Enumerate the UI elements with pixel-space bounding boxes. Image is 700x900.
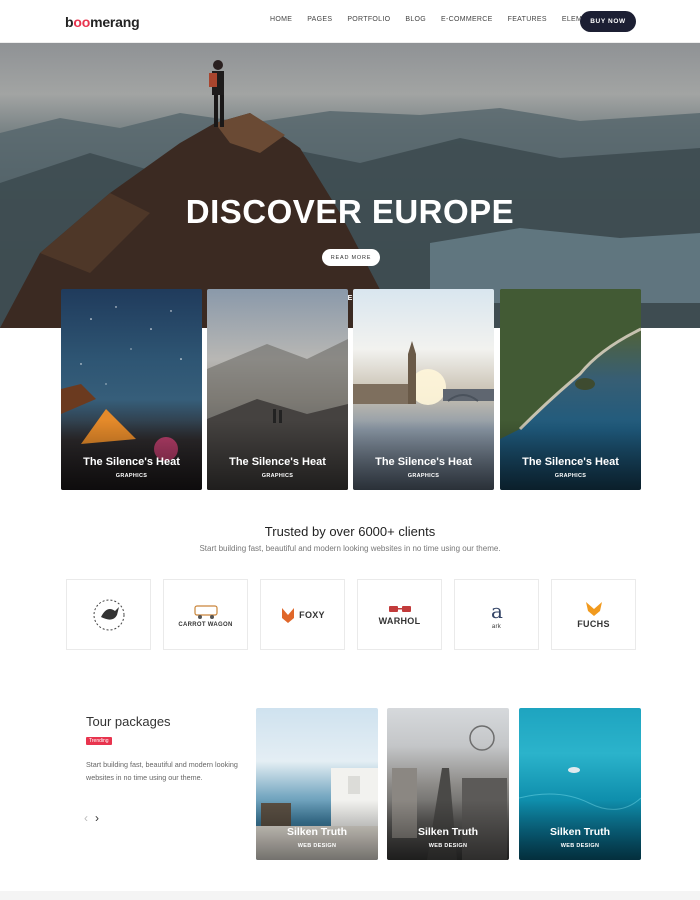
trip-card-overlay — [207, 420, 348, 490]
trusted-subheading: Start building fast, beautiful and moder… — [199, 544, 501, 553]
client-name: ark — [491, 623, 502, 630]
tour-packages-description: Start building fast, beautiful and moder… — [86, 760, 238, 782]
client-logo-fuchs[interactable]: FUCHS — [551, 579, 636, 650]
package-card-title: Silken Truth — [549, 826, 611, 838]
client-name: WARHOL — [378, 615, 421, 626]
package-card-category: WEB DESIGN — [428, 843, 468, 849]
nav-ecommerce[interactable]: E-COMMERCE — [441, 16, 493, 23]
trusted-heading: Trusted by over 6000+ clients — [264, 524, 436, 539]
trip-card[interactable]: The Silence's Heat GRAPHICS — [500, 289, 641, 490]
trip-card-title: The Silence's Heat — [522, 456, 619, 468]
client-logo-ark[interactable]: a ark — [454, 579, 539, 650]
package-card[interactable]: Silken Truth WEB DESIGN — [519, 708, 641, 860]
client-logo-carrot-wagon[interactable]: CARROT WAGON — [163, 579, 248, 650]
package-card-category: WEB DESIGN — [297, 843, 337, 849]
trip-card-overlay — [353, 420, 494, 490]
nav-pages[interactable]: PAGES — [307, 16, 332, 23]
hero-mountain-image — [0, 60, 700, 328]
trip-card-title: The Silence's Heat — [229, 456, 326, 468]
client-logo-foxy[interactable]: FOXY — [260, 579, 345, 650]
package-card[interactable]: Silken Truth WEB DESIGN — [387, 708, 509, 860]
trip-card-category: GRAPHICS — [261, 473, 294, 479]
trip-card-category: GRAPHICS — [554, 473, 587, 479]
wagon-icon — [193, 604, 218, 619]
trip-card[interactable]: The Silence's Heat GRAPHICS — [207, 289, 348, 490]
whale-icon — [93, 599, 124, 630]
chevron-left-icon[interactable]: ‹ — [84, 811, 88, 825]
nav-portfolio[interactable]: PORTFOLIO — [347, 16, 390, 23]
nav-home[interactable]: HOME — [270, 16, 292, 23]
nav-features[interactable]: FEATURES — [508, 16, 547, 23]
svg-text:a: a — [491, 600, 503, 622]
trending-badge: Trending — [86, 737, 112, 745]
trip-card-overlay — [61, 420, 202, 490]
client-name: CARROT WAGON — [178, 621, 233, 628]
trip-card[interactable]: The Silence's Heat GRAPHICS — [353, 289, 494, 490]
buy-now-button[interactable]: BUY NOW — [580, 11, 636, 32]
main-nav: HOME PAGES PORTFOLIO BLOG E-COMMERCE FEA… — [270, 16, 617, 23]
nav-blog[interactable]: BLOG — [405, 16, 426, 23]
fox-head-icon — [585, 601, 602, 616]
glasses-icon — [388, 605, 411, 612]
client-logo-oceansea[interactable] — [66, 579, 151, 650]
fox-icon — [282, 607, 295, 623]
footer-divider — [0, 891, 700, 900]
brand-logo[interactable]: boomerang — [65, 14, 140, 30]
client-name: FOXY — [299, 609, 325, 620]
package-card-category: WEB DESIGN — [560, 843, 600, 849]
logo-text-end: merang — [90, 14, 140, 30]
client-name: FUCHS — [577, 618, 610, 629]
read-more-button[interactable]: READ MORE — [322, 249, 380, 266]
chevron-right-icon[interactable]: › — [95, 811, 99, 825]
hero-title: DISCOVER EUROPE — [185, 193, 515, 230]
package-card[interactable]: Silken Truth WEB DESIGN — [256, 708, 378, 860]
logo-text-accent: oo — [73, 14, 91, 30]
ark-letter-icon: a — [491, 600, 503, 622]
client-logo-warhol[interactable]: WARHOL — [357, 579, 442, 650]
trip-card-title: The Silence's Heat — [375, 456, 472, 468]
site-header: boomerang HOME PAGES PORTFOLIO BLOG E-CO… — [0, 0, 700, 43]
hero-banner: DISCOVER EUROPE READ MORE FEATURED TRIPS — [0, 43, 700, 328]
package-card-title: Silken Truth — [417, 826, 479, 838]
trip-card-category: GRAPHICS — [115, 473, 148, 479]
trip-card-category: GRAPHICS — [407, 473, 440, 479]
trip-card-title: The Silence's Heat — [83, 456, 180, 468]
trip-card[interactable]: The Silence's Heat GRAPHICS — [61, 289, 202, 490]
package-card-title: Silken Truth — [286, 826, 348, 838]
trip-card-overlay — [500, 420, 641, 490]
tour-packages-heading: Tour packages — [86, 714, 171, 729]
